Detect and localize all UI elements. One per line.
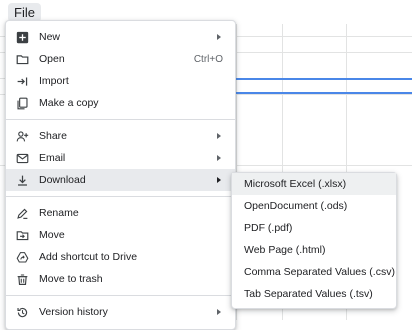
person-add-icon <box>14 128 30 144</box>
download-option-ods[interactable]: OpenDocument (.ods) <box>232 195 396 217</box>
download-option-label: Web Page (.html) <box>244 244 326 256</box>
menu-item-email[interactable]: Email <box>6 147 235 169</box>
download-option-label: Microsoft Excel (.xlsx) <box>244 178 347 190</box>
download-option-pdf[interactable]: PDF (.pdf) <box>232 217 396 239</box>
menubar-file[interactable]: File <box>8 2 41 22</box>
download-option-label: PDF (.pdf) <box>244 222 293 234</box>
menu-item-label: Make a copy <box>39 97 99 109</box>
menu-item-label: Download <box>39 174 86 186</box>
menu-item-add-shortcut[interactable]: Add shortcut to Drive <box>6 246 235 268</box>
folder-icon <box>14 51 30 67</box>
folder-move-icon <box>14 227 30 243</box>
menu-item-label: Open <box>39 53 65 65</box>
download-option-label: Comma Separated Values (.csv) <box>244 266 395 278</box>
trash-icon <box>14 271 30 287</box>
menu-item-move[interactable]: Move <box>6 224 235 246</box>
submenu-arrow-icon <box>217 309 221 315</box>
menu-item-label: New <box>39 31 61 43</box>
menu-divider <box>6 295 235 296</box>
pencil-icon <box>14 205 30 221</box>
menu-item-open[interactable]: Open Ctrl+O <box>6 48 235 70</box>
download-icon <box>14 172 30 188</box>
menu-divider <box>6 196 235 197</box>
menu-item-share[interactable]: Share <box>6 125 235 147</box>
menu-item-new[interactable]: New <box>6 26 235 48</box>
submenu-arrow-icon <box>217 34 221 40</box>
plus-box-icon <box>14 29 30 45</box>
download-submenu: Microsoft Excel (.xlsx) OpenDocument (.o… <box>231 172 397 309</box>
submenu-arrow-icon <box>217 133 221 139</box>
menu-item-import[interactable]: Import <box>6 70 235 92</box>
file-menu: New Open Ctrl+O Import Make a copy Share… <box>5 20 236 330</box>
download-option-csv[interactable]: Comma Separated Values (.csv) <box>232 261 396 283</box>
history-icon <box>14 304 30 320</box>
menu-item-move-to-trash[interactable]: Move to trash <box>6 268 235 290</box>
menu-item-download[interactable]: Download <box>6 169 235 191</box>
download-option-html[interactable]: Web Page (.html) <box>232 239 396 261</box>
menu-item-label: Share <box>39 130 68 142</box>
envelope-icon <box>14 150 30 166</box>
menu-divider <box>6 119 235 120</box>
drive-shortcut-icon <box>14 249 30 265</box>
download-option-xlsx[interactable]: Microsoft Excel (.xlsx) <box>232 173 396 195</box>
import-arrow-icon <box>14 73 30 89</box>
menubar: File <box>8 2 41 22</box>
menu-item-label: Version history <box>39 306 108 318</box>
copy-icon <box>14 95 30 111</box>
menu-item-label: Import <box>39 75 69 87</box>
menu-item-make-a-copy[interactable]: Make a copy <box>6 92 235 114</box>
submenu-arrow-icon <box>217 155 221 161</box>
submenu-arrow-icon <box>217 177 221 183</box>
download-option-label: Tab Separated Values (.tsv) <box>244 288 373 300</box>
menu-item-label: Add shortcut to Drive <box>39 251 138 263</box>
menu-item-label: Email <box>39 152 66 164</box>
selected-row-highlight <box>236 78 412 94</box>
shortcut-text: Ctrl+O <box>193 53 223 65</box>
menu-item-label: Move to trash <box>39 273 103 285</box>
menu-item-label: Rename <box>39 207 79 219</box>
menu-item-label: Move <box>39 229 65 241</box>
download-option-label: OpenDocument (.ods) <box>244 200 348 212</box>
menu-item-rename[interactable]: Rename <box>6 202 235 224</box>
download-option-tsv[interactable]: Tab Separated Values (.tsv) <box>232 283 396 305</box>
